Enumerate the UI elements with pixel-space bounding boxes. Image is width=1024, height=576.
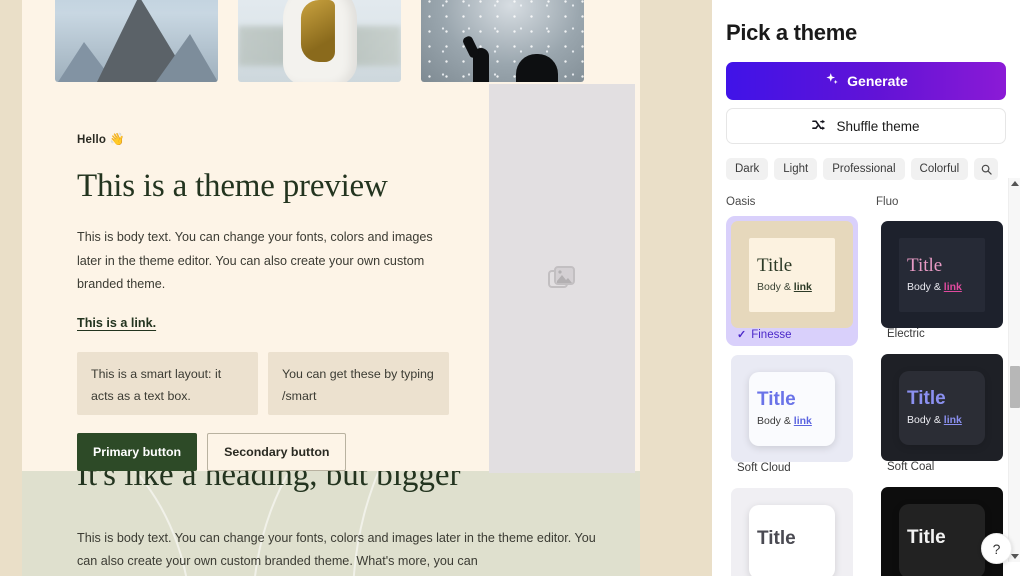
shuffle-theme-button[interactable]: Shuffle theme xyxy=(726,108,1006,144)
theme-card-title: Title xyxy=(757,388,796,410)
secondary-button[interactable]: Secondary button xyxy=(207,433,347,472)
shuffle-label: Shuffle theme xyxy=(836,118,920,134)
check-icon: ✓ xyxy=(737,329,747,341)
theme-card-preview: Title xyxy=(881,487,1003,576)
page-title: Pick a theme xyxy=(726,20,857,45)
theme-card-title: Title xyxy=(907,526,946,548)
filter-pill-light[interactable]: Light xyxy=(774,158,818,180)
theme-card-inner: Title Body & link xyxy=(749,237,835,312)
theme-card-electric[interactable]: Title Body & link Electric xyxy=(876,216,1008,345)
help-button[interactable]: ? xyxy=(981,533,1012,564)
theme-card-name-row: Electric xyxy=(881,328,1003,340)
filter-pill-colorful[interactable]: Colorful xyxy=(910,158,969,180)
image-placeholder-panel xyxy=(489,84,635,473)
preview-content: Hello 👋 This is a theme preview This is … xyxy=(77,132,497,472)
theme-card-title: Title xyxy=(907,254,943,276)
waving-hand-icon: 👋 xyxy=(109,132,125,146)
preview-button-row: Primary button Secondary button xyxy=(77,433,497,472)
helmet-visor xyxy=(300,0,335,62)
theme-card-title: Title xyxy=(907,387,946,409)
theme-card-preview: Title Body & link xyxy=(881,221,1003,328)
theme-card-name-row: Soft Coal xyxy=(881,461,1003,473)
group-label: Fluo xyxy=(876,196,899,208)
theme-sidebar: Pick a theme Generate Shuffle theme Dark… xyxy=(712,0,1024,576)
theme-filter-row: Dark Light Professional Colorful xyxy=(726,158,1006,180)
group-label: Oasis xyxy=(726,196,756,208)
theme-card-soft-coal[interactable]: Title Body & link Soft Coal xyxy=(876,349,1008,478)
search-icon[interactable] xyxy=(974,158,999,180)
mountain-peak-photo xyxy=(55,0,218,82)
theme-card-preview: Title Body & link xyxy=(731,355,853,462)
theme-card-name-row: Soft Cloud xyxy=(731,462,853,474)
theme-card-title: Title xyxy=(757,254,793,276)
filter-pill-dark[interactable]: Dark xyxy=(726,158,769,180)
theme-name: Soft Cloud xyxy=(737,462,791,474)
mountain-shape-right xyxy=(156,34,218,82)
theme-group-row: Oasis Title Body & link ✓ Finesse Title … xyxy=(726,196,1010,576)
theme-card-preview: Title Body & link xyxy=(731,221,853,328)
theme-picker-app: Hello 👋 This is a theme preview This is … xyxy=(0,0,1024,576)
theme-card-inner: Title Body & link xyxy=(899,370,985,445)
generate-button[interactable]: Generate xyxy=(726,62,1006,100)
theme-name: Electric xyxy=(887,328,925,340)
preview-image-strip xyxy=(55,0,584,82)
theme-card-inner: Title Body & link xyxy=(899,237,985,312)
theme-card-title: Title xyxy=(757,527,796,549)
preview-link[interactable]: This is a link. xyxy=(77,316,156,330)
scroll-down-arrow-icon[interactable] xyxy=(1011,554,1019,559)
theme-card-subtitle: Body & link xyxy=(907,281,962,294)
theme-card-subtitle: Body & link xyxy=(757,415,812,428)
theme-card-inner: Title xyxy=(749,504,835,576)
theme-card-partial-light[interactable]: Title xyxy=(726,483,858,576)
theme-card-subtitle: Body & link xyxy=(757,281,812,294)
primary-button[interactable]: Primary button xyxy=(77,433,198,472)
person-silhouette-standing xyxy=(473,48,490,82)
theme-card-inner: Title xyxy=(899,503,985,576)
preview-heading: This is a theme preview xyxy=(77,168,388,204)
theme-card-name-row: ✓ Finesse xyxy=(731,328,853,342)
smart-layout-box: This is a smart layout: it acts as a tex… xyxy=(77,352,258,416)
sage-heading: It's like a heading, but bigger xyxy=(77,471,461,493)
smart-layout-row: This is a smart layout: it acts as a tex… xyxy=(77,352,497,416)
preview-sage-section: It's like a heading, but bigger This is … xyxy=(22,471,640,576)
theme-card-preview: Title xyxy=(731,488,853,576)
greeting-text: Hello xyxy=(77,134,107,146)
generate-label: Generate xyxy=(847,73,908,89)
theme-group-oasis: Oasis Title Body & link ✓ Finesse Title … xyxy=(726,196,858,576)
filter-pill-professional[interactable]: Professional xyxy=(823,158,905,180)
theme-card-soft-cloud[interactable]: Title Body & link Soft Cloud xyxy=(726,350,858,479)
astronaut-helmet-photo xyxy=(238,0,401,82)
shuffle-icon xyxy=(812,118,827,135)
scroll-up-arrow-icon[interactable] xyxy=(1011,181,1019,186)
theme-card-preview: Title Body & link xyxy=(881,354,1003,461)
sage-body-text: This is body text. You can change your f… xyxy=(77,531,596,569)
theme-name: Finesse xyxy=(751,328,792,341)
theme-card-inner: Title Body & link xyxy=(749,371,835,446)
preview-greeting: Hello 👋 xyxy=(77,132,497,146)
theme-list-scrollbar[interactable] xyxy=(1008,178,1020,562)
theme-name: Soft Coal xyxy=(887,461,935,473)
person-silhouette-crouching xyxy=(515,54,558,82)
scrollbar-thumb[interactable] xyxy=(1010,366,1020,408)
theme-group-fluo: Fluo Title Body & link Electric Title Bo… xyxy=(876,196,1008,576)
image-icon xyxy=(548,265,576,292)
smart-layout-box: You can get these by typing /smart xyxy=(268,352,449,416)
theme-list-scroll-area[interactable]: Oasis Title Body & link ✓ Finesse Title … xyxy=(726,196,1010,576)
starry-night-photo xyxy=(421,0,584,82)
theme-card-finesse[interactable]: Title Body & link ✓ Finesse xyxy=(726,216,858,346)
preview-body-text: This is body text. You can change your f… xyxy=(77,230,433,291)
theme-preview-panel: Hello 👋 This is a theme preview This is … xyxy=(0,0,712,576)
theme-card-subtitle: Body & link xyxy=(907,414,962,427)
preview-page: Hello 👋 This is a theme preview This is … xyxy=(22,0,640,576)
star-field xyxy=(421,0,584,82)
sparkle-icon xyxy=(824,72,839,90)
